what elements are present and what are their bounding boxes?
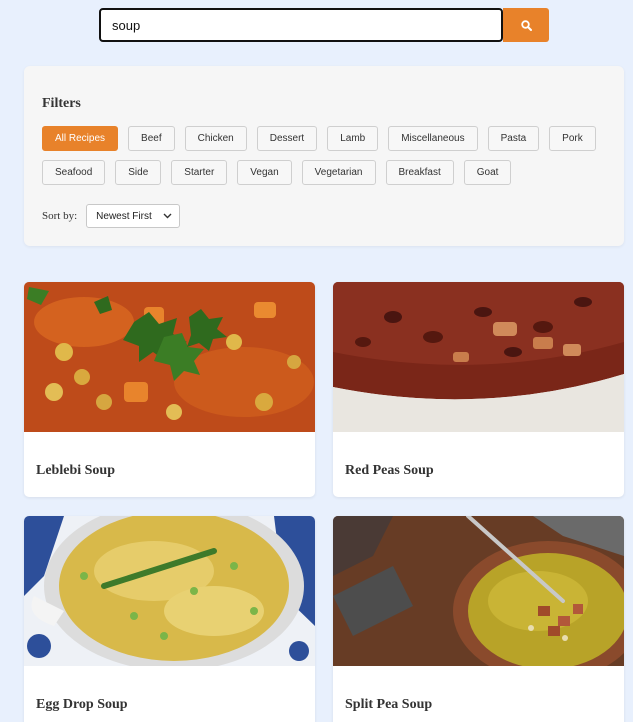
recipe-title[interactable]: Leblebi Soup [36, 463, 115, 479]
filter-chip-beef[interactable]: Beef [128, 126, 175, 151]
search-bar [99, 8, 549, 42]
search-icon [520, 19, 532, 31]
filter-chip-all-recipes[interactable]: All Recipes [42, 126, 119, 151]
recipe-title[interactable]: Red Peas Soup [345, 463, 434, 479]
recipe-card[interactable]: Red Peas Soup [333, 282, 624, 497]
recipe-title[interactable]: Split Pea Soup [345, 697, 432, 713]
sort-control: Sort by: Newest First [42, 204, 181, 228]
filter-chip-side[interactable]: Side [115, 160, 162, 185]
search-input[interactable] [99, 8, 503, 42]
recipe-image[interactable] [333, 282, 624, 432]
category-row-2: Seafood Side Starter Vegan Vegetarian Br… [42, 160, 512, 185]
filters-panel: Filters All Recipes Beef Chicken Dessert… [24, 66, 624, 246]
recipe-image[interactable] [24, 516, 315, 666]
filter-chip-pork[interactable]: Pork [549, 126, 596, 151]
filter-chip-chicken[interactable]: Chicken [184, 126, 247, 151]
recipe-card[interactable]: Leblebi Soup [24, 282, 315, 497]
search-button[interactable] [503, 8, 549, 42]
recipe-image[interactable] [333, 516, 624, 666]
recipe-title[interactable]: Egg Drop Soup [36, 697, 128, 713]
filter-chip-miscellaneous[interactable]: Miscellaneous [388, 126, 478, 151]
recipe-card[interactable]: Egg Drop Soup [24, 516, 315, 722]
filter-chip-seafood[interactable]: Seafood [42, 160, 106, 185]
category-row-1: All Recipes Beef Chicken Dessert Lamb Mi… [42, 126, 596, 151]
filter-chip-goat[interactable]: Goat [463, 160, 512, 185]
filter-chip-vegan[interactable]: Vegan [237, 160, 292, 185]
filter-chip-vegetarian[interactable]: Vegetarian [301, 160, 376, 185]
filter-chip-breakfast[interactable]: Breakfast [385, 160, 454, 185]
chevron-down-icon [163, 213, 172, 219]
filter-chip-starter[interactable]: Starter [171, 160, 228, 185]
filters-title: Filters [42, 96, 81, 111]
sort-select[interactable]: Newest First [86, 204, 181, 228]
recipe-image[interactable] [24, 282, 315, 432]
filter-chip-dessert[interactable]: Dessert [256, 126, 318, 151]
sort-label: Sort by: [42, 210, 78, 222]
recipe-card[interactable]: Split Pea Soup [333, 516, 624, 722]
filter-chip-pasta[interactable]: Pasta [487, 126, 540, 151]
filter-chip-lamb[interactable]: Lamb [327, 126, 379, 151]
sort-selected-value: Newest First [96, 210, 152, 222]
